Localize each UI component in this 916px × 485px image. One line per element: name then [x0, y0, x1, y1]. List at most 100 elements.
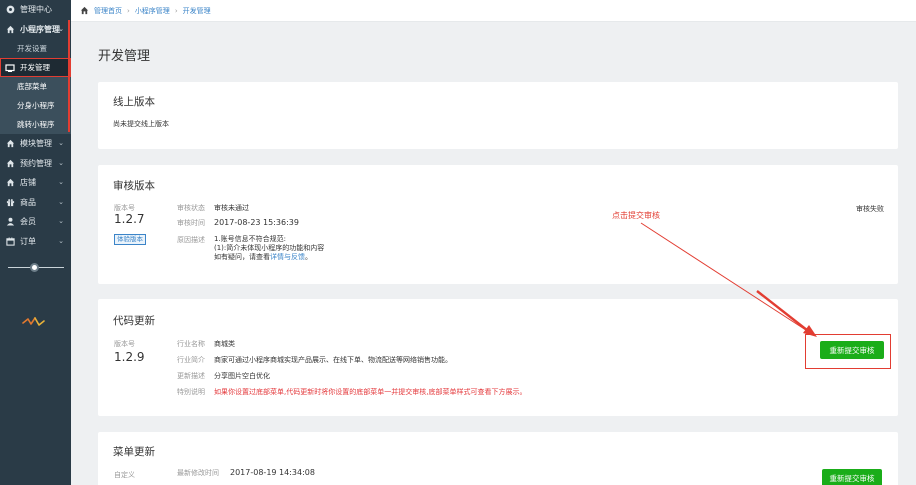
- sidebar-item-dashboard[interactable]: 管理中心: [0, 0, 71, 20]
- chevron-down-icon: ⌄: [58, 236, 64, 245]
- note-label: 特别说明: [177, 388, 205, 396]
- version-number: 1.2.7: [114, 212, 145, 226]
- home-icon: [5, 158, 15, 168]
- industry-value: 商城类: [214, 340, 235, 348]
- version-label: 版本号: [114, 340, 135, 348]
- sidebar-item-label: 商品: [20, 197, 36, 207]
- online-version-card: 线上版本 尚未提交线上版本: [98, 82, 898, 149]
- experience-version-badge[interactable]: 体验版本: [114, 234, 146, 245]
- dashboard-icon: [5, 5, 15, 15]
- card-title: 审核版本: [113, 180, 155, 192]
- user-icon: [5, 217, 15, 227]
- industry-row: 行业名称 商城类: [177, 339, 235, 349]
- note-value: 如果你设置过底部菜单,代码更新时将你设置的底部菜单一并提交审核,底部菜单样式可查…: [214, 388, 527, 396]
- sidebar-item-label: 底部菜单: [17, 82, 47, 91]
- breadcrumb-separator: ›: [127, 6, 130, 15]
- review-result: 审核失败: [856, 205, 884, 213]
- chevron-down-icon: ⌄: [58, 178, 64, 186]
- status-row: 审核状态 审核未通过: [177, 203, 249, 213]
- breadcrumb: 管理首页 › 小程序管理 › 开发管理: [71, 0, 916, 22]
- sidebar-item-label: 开发管理: [20, 63, 50, 72]
- reason-line: 如有疑问，请查看详情与反馈。: [214, 253, 324, 262]
- main-content: 开发管理 线上版本 尚未提交线上版本 审核版本 版本号 1.2.7 体验版本 审…: [71, 22, 916, 485]
- sidebar-item-miniprogram[interactable]: 小程序管理 ⌄: [0, 20, 71, 40]
- sidebar-item-dev-management[interactable]: 开发管理: [0, 58, 71, 77]
- sidebar-collapse-slider[interactable]: [8, 263, 64, 272]
- modified-label: 最新修改时间: [177, 469, 219, 477]
- slider-knob[interactable]: [30, 263, 39, 272]
- sidebar-item-label: 开发设置: [17, 44, 47, 53]
- chevron-down-icon: ⌄: [58, 24, 64, 33]
- card-title: 线上版本: [113, 96, 155, 108]
- sidebar-item-label: 会员: [20, 217, 36, 227]
- reason-label: 原因描述: [177, 236, 205, 244]
- brand-logo-icon: [22, 317, 45, 326]
- breadcrumb-current: 开发管理: [182, 6, 211, 15]
- calendar-icon: [5, 236, 15, 246]
- status-label: 审核状态: [177, 204, 205, 212]
- review-version-card: 审核版本 版本号 1.2.7 体验版本 审核状态 审核未通过 审核时间 2017…: [98, 165, 898, 284]
- card-title: 菜单更新: [113, 446, 155, 458]
- online-version-text: 尚未提交线上版本: [113, 120, 169, 128]
- sidebar-item-label: 模块管理: [20, 139, 52, 149]
- card-title: 代码更新: [113, 315, 155, 327]
- sidebar-item-booking[interactable]: 预约管理 ⌄: [0, 154, 71, 174]
- sidebar-item-goods[interactable]: 商品 ⌄: [0, 193, 71, 213]
- intro-label: 行业简介: [177, 356, 205, 364]
- breadcrumb-miniprogram[interactable]: 小程序管理: [135, 6, 170, 16]
- modified-value: 2017-08-19 14:34:08: [230, 468, 315, 477]
- reason-row: 原因描述 1.账号信息不符合规范: (1):简介未体现小程序的功能和内容 如有疑…: [177, 235, 324, 262]
- version-number: 1.2.9: [114, 350, 145, 364]
- reason-line: 1.账号信息不符合规范:: [214, 235, 287, 243]
- modified-row: 最新修改时间 2017-08-19 14:34:08: [177, 468, 315, 478]
- sidebar-item-label: 预约管理: [20, 158, 52, 168]
- time-label: 审核时间: [177, 219, 205, 227]
- sidebar-item-label: 管理中心: [20, 5, 52, 15]
- sidebar-item-label: 分身小程序: [17, 101, 55, 110]
- sidebar-item-module[interactable]: 模块管理 ⌄: [0, 134, 71, 154]
- reason-line: (1):简介未体现小程序的功能和内容: [214, 244, 325, 252]
- annotation-highlight-line: [68, 20, 70, 132]
- intro-value: 商家可通过小程序商城实现产品展示、在线下单、物流配送等网络销售功能。: [214, 356, 452, 364]
- sidebar-item-member[interactable]: 会员 ⌄: [0, 212, 71, 232]
- menu-resubmit-review-button[interactable]: 重新提交审核: [822, 469, 882, 485]
- sidebar-item-label: 跳转小程序: [17, 120, 55, 129]
- sidebar-item-label: 小程序管理: [20, 24, 60, 34]
- sidebar: 管理中心 小程序管理 ⌄ 开发设置 开发管理 底部菜单 分身小程序 跳转小程序 …: [0, 0, 71, 485]
- reason-suffix: 。: [305, 253, 312, 261]
- menu-update-card: 菜单更新 自定义 最新修改时间 2017-08-19 14:34:08 重新提交…: [98, 432, 898, 485]
- sidebar-item-order[interactable]: 订单 ⌄: [0, 232, 71, 252]
- sidebar-item-dev-settings[interactable]: 开发设置: [0, 39, 71, 58]
- annotation-text: 点击提交审核: [612, 211, 660, 220]
- resubmit-review-button[interactable]: 重新提交审核: [820, 341, 884, 359]
- details-feedback-link[interactable]: 详情与反馈: [270, 253, 305, 261]
- reason-prefix: 如有疑问，请查看: [214, 253, 270, 261]
- custom-label: 自定义: [114, 471, 135, 479]
- breadcrumb-separator: ›: [174, 6, 178, 15]
- monitor-icon: [5, 63, 15, 73]
- chevron-down-icon: ⌄: [58, 217, 64, 225]
- page-title: 开发管理: [98, 49, 151, 64]
- sidebar-item-label: 店铺: [20, 178, 36, 188]
- breadcrumb-home[interactable]: 管理首页: [94, 6, 122, 16]
- sidebar-item-bottom-menu[interactable]: 底部菜单: [0, 77, 71, 96]
- industry-label: 行业名称: [177, 340, 205, 348]
- status-value: 审核未通过: [214, 204, 249, 212]
- chevron-down-icon: ⌄: [58, 197, 64, 206]
- sidebar-item-label: 订单: [20, 236, 36, 246]
- sidebar-item-jump-miniprogram[interactable]: 跳转小程序: [0, 115, 71, 134]
- intro-row: 行业简介 商家可通过小程序商城实现产品展示、在线下单、物流配送等网络销售功能。: [177, 355, 452, 365]
- time-row: 审核时间 2017-08-23 15:36:39: [177, 218, 299, 228]
- code-update-card: 代码更新 版本号 1.2.9 行业名称 商城类 行业简介 商家可通过小程序商城实…: [98, 299, 898, 416]
- gift-icon: [5, 197, 15, 207]
- desc-row: 更新描述 分享图片空白优化: [177, 371, 270, 381]
- home-icon: [5, 139, 15, 149]
- sidebar-item-shop[interactable]: 店铺 ⌄: [0, 173, 71, 193]
- chevron-down-icon: ⌄: [58, 139, 64, 147]
- home-icon: [5, 24, 15, 34]
- desc-value: 分享图片空白优化: [214, 372, 270, 380]
- desc-label: 更新描述: [177, 372, 205, 380]
- chevron-down-icon: ⌄: [58, 158, 64, 167]
- sidebar-item-clone-miniprogram[interactable]: 分身小程序: [0, 96, 71, 115]
- home-icon: [80, 6, 89, 15]
